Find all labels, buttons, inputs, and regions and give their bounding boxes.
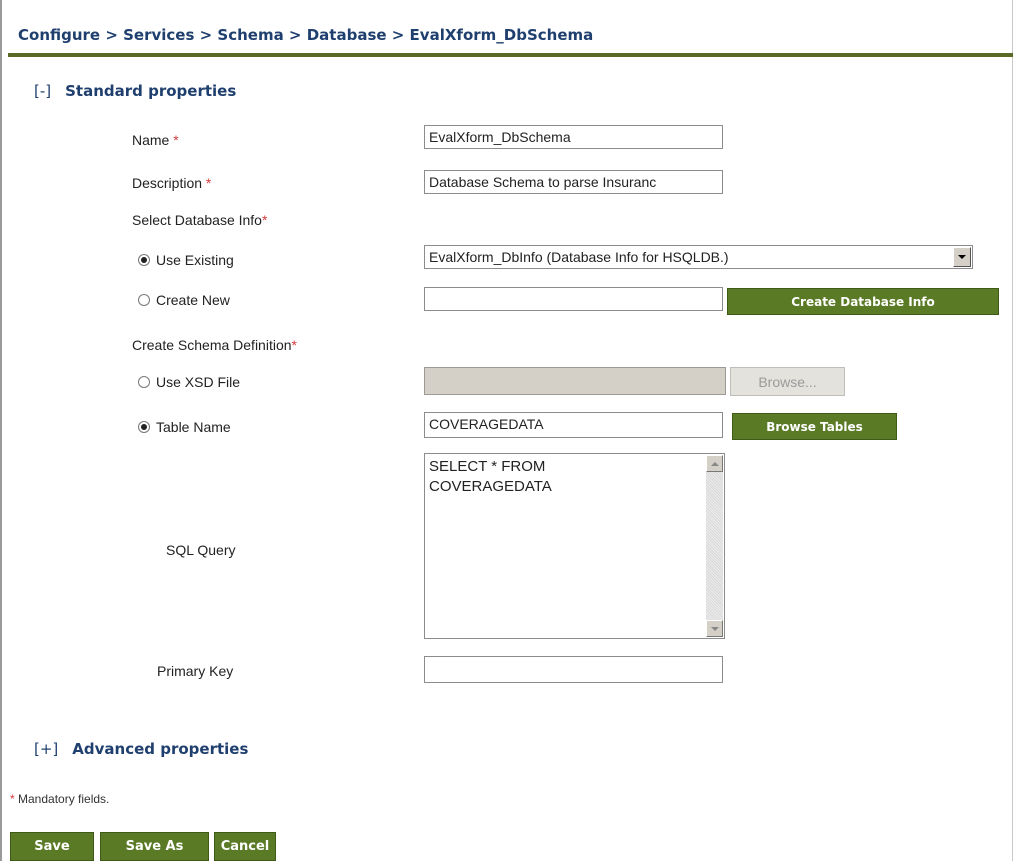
use-existing-option[interactable]: Use Existing (138, 252, 234, 268)
description-label: Description * (132, 175, 212, 191)
collapse-standard-toggle[interactable]: [-] (34, 82, 51, 100)
expand-advanced-toggle[interactable]: [+] (34, 740, 58, 758)
create-new-input[interactable] (424, 287, 723, 311)
description-input[interactable]: Database Schema to parse Insuranc (424, 170, 723, 194)
title-rule (8, 53, 1013, 57)
scroll-down-icon[interactable] (706, 620, 723, 637)
use-xsd-option[interactable]: Use XSD File (138, 374, 240, 390)
use-xsd-radio[interactable] (138, 376, 150, 388)
browse-tables-button[interactable]: Browse Tables (732, 413, 897, 440)
save-as-button[interactable]: Save As (100, 832, 209, 861)
database-info-select[interactable]: EvalXform_DbInfo (Database Info for HSQL… (424, 245, 973, 269)
required-marker: * (205, 175, 212, 191)
window-frame-left (0, 0, 2, 861)
create-new-option[interactable]: Create New (138, 292, 230, 308)
advanced-properties-header: [+] Advanced properties (34, 740, 248, 758)
create-database-info-button[interactable]: Create Database Info (727, 288, 999, 315)
sql-query-text: SELECT * FROM COVERAGEDATA (429, 458, 552, 495)
dropdown-arrow-icon[interactable] (953, 247, 971, 267)
use-existing-radio[interactable] (138, 254, 150, 266)
primary-key-label: Primary Key (157, 663, 234, 679)
required-marker: * (10, 792, 15, 806)
name-input[interactable]: EvalXform_DbSchema (424, 125, 723, 149)
create-new-radio[interactable] (138, 294, 150, 306)
table-name-radio[interactable] (138, 421, 150, 433)
select-database-info-label: Select Database Info* (132, 212, 268, 228)
table-name-input[interactable]: COVERAGEDATA (424, 412, 723, 438)
breadcrumb: Configure > Services > Schema > Database… (18, 26, 594, 44)
primary-key-input[interactable] (424, 656, 723, 683)
mandatory-note: * Mandatory fields. (10, 792, 110, 806)
standard-properties-header: [-] Standard properties (34, 82, 236, 100)
required-marker: * (261, 212, 268, 228)
save-button[interactable]: Save (10, 832, 94, 861)
cancel-button[interactable]: Cancel (214, 832, 276, 861)
xsd-file-input[interactable] (424, 367, 726, 395)
sql-query-label: SQL Query (166, 542, 236, 558)
database-info-selected: EvalXform_DbInfo (Database Info for HSQL… (429, 249, 729, 265)
sql-query-scrollbar[interactable] (706, 455, 723, 637)
create-schema-definition-label: Create Schema Definition* (132, 337, 297, 353)
table-name-option[interactable]: Table Name (138, 419, 231, 435)
browse-button[interactable]: Browse... (730, 367, 845, 396)
sql-query-textarea[interactable]: SELECT * FROM COVERAGEDATA (424, 453, 725, 639)
name-label: Name * (132, 132, 179, 148)
required-marker: * (173, 132, 179, 148)
required-marker: * (291, 337, 297, 353)
standard-properties-title: Standard properties (65, 82, 237, 100)
scroll-up-icon[interactable] (706, 455, 723, 472)
advanced-properties-title: Advanced properties (72, 740, 249, 758)
